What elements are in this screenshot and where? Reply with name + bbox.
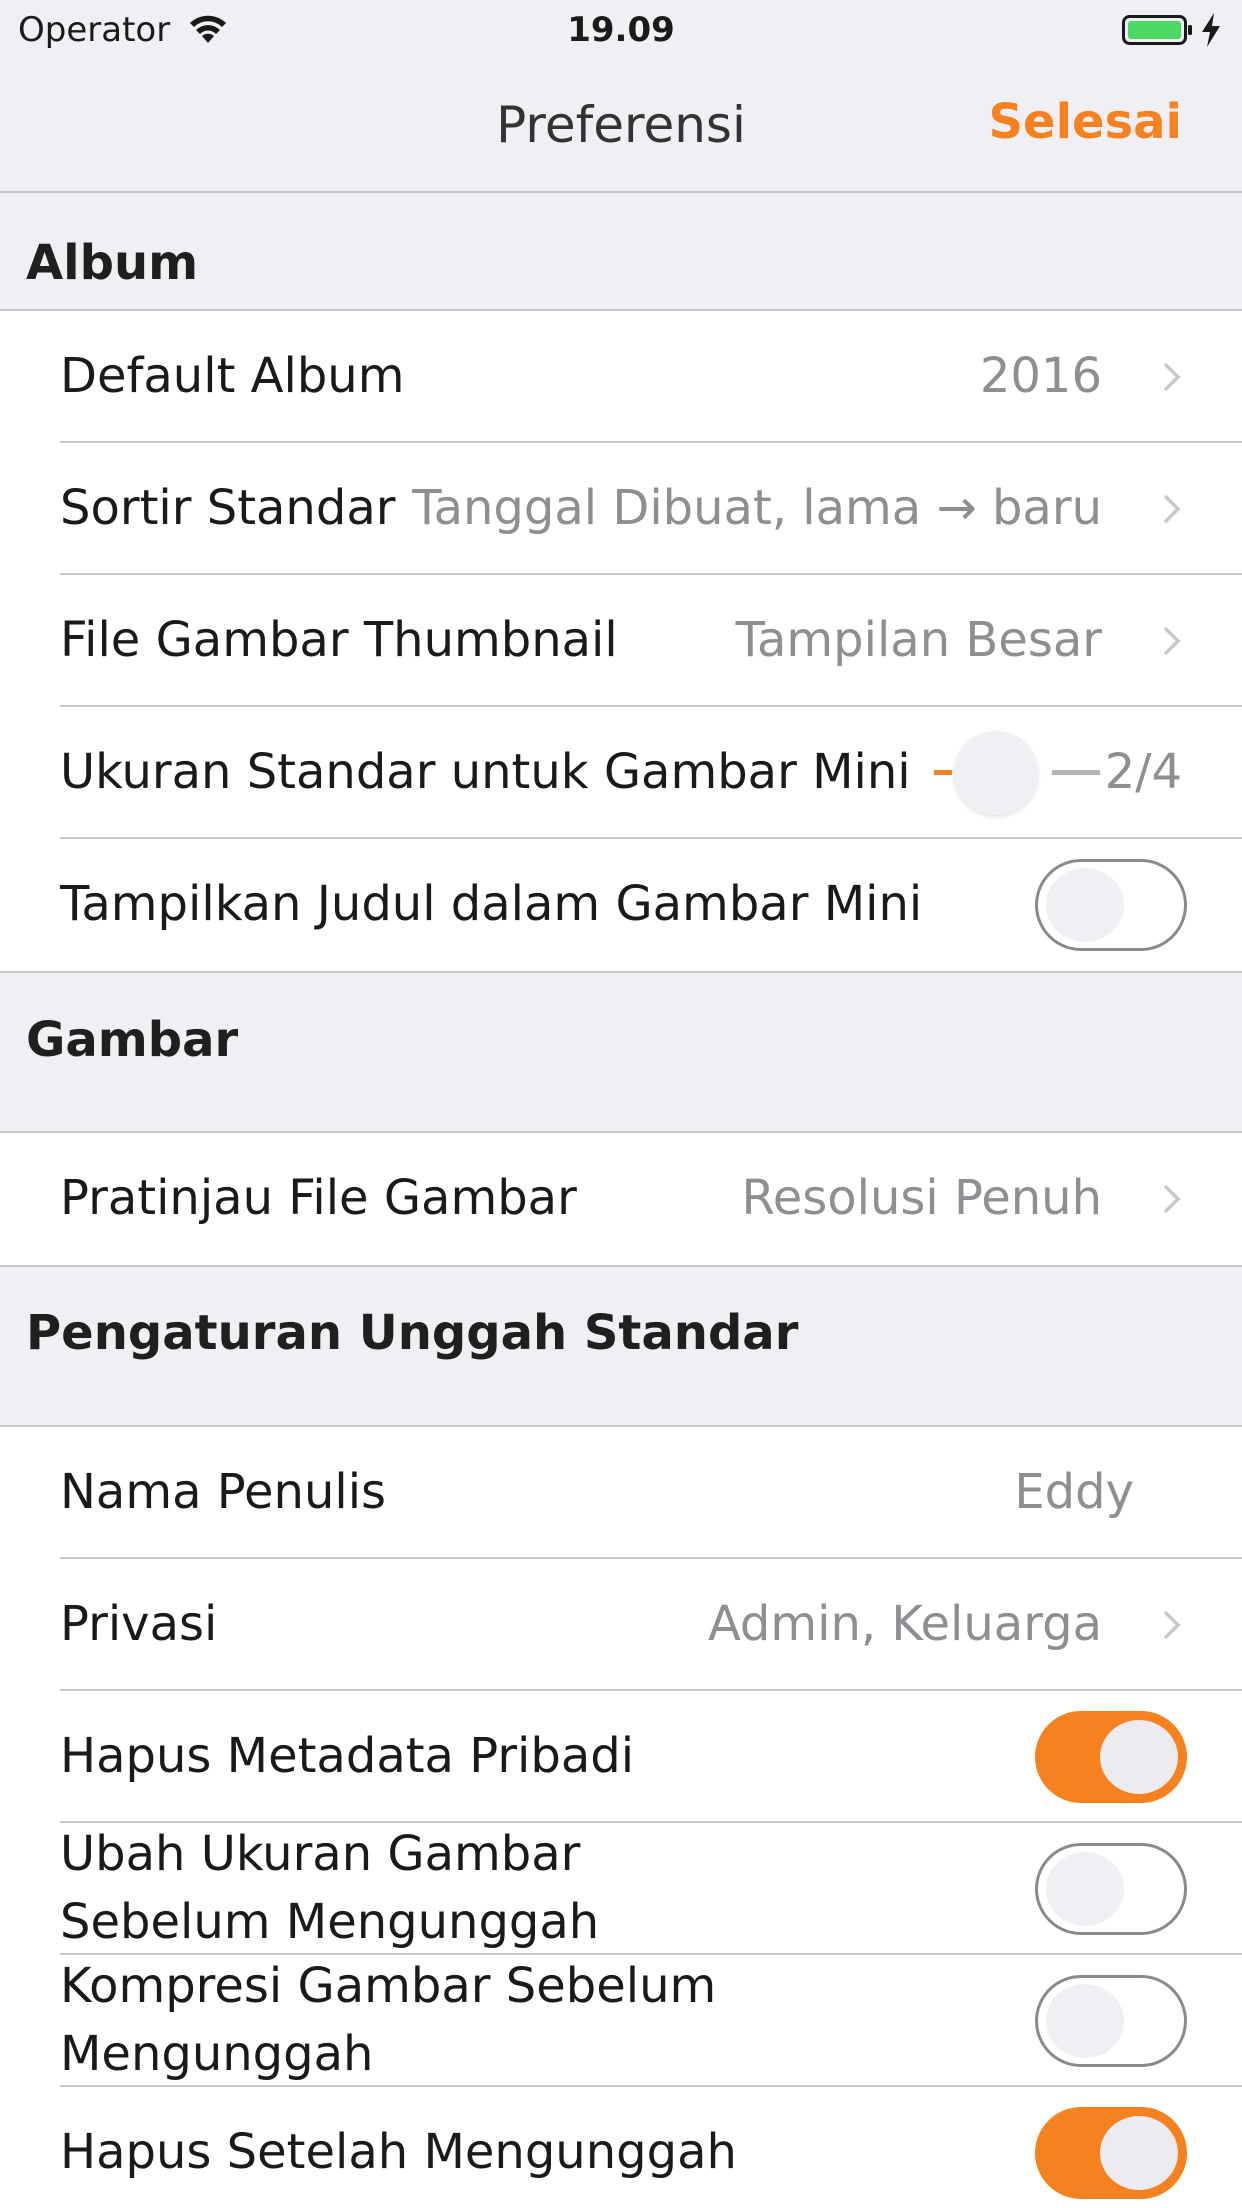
row-label: Sortir Standar (60, 480, 396, 536)
show-titles-toggle[interactable] (1035, 859, 1187, 951)
row-label: Default Album (60, 348, 405, 404)
toggle-knob (1100, 1720, 1178, 1794)
default-sort-row[interactable]: Sortir Standar Tanggal Dibuat, lama → ba… (60, 443, 1242, 575)
preview-file-row[interactable]: Pratinjau File Gambar Resolusi Penuh (60, 1133, 1242, 1265)
chevron-right-icon (1163, 362, 1181, 392)
toggle-knob (1046, 1984, 1124, 2058)
delete-after-upload-row: Hapus Setelah Mengunggah (60, 2087, 1242, 2208)
toggle-knob (1100, 2116, 1178, 2190)
done-button[interactable]: Selesai (988, 94, 1182, 150)
status-bar: Operator 19.09 (0, 0, 1242, 60)
image-settings-group: Pratinjau File Gambar Resolusi Penuh (0, 1131, 1242, 1267)
upload-settings-group: Nama Penulis Eddy Privasi Admin, Keluarg… (0, 1425, 1242, 2208)
privacy-row[interactable]: Privasi Admin, Keluarga (60, 1559, 1242, 1691)
row-value: Tampilan Besar (735, 612, 1102, 668)
clock: 19.09 (567, 10, 675, 50)
section-header-album: Album (26, 235, 199, 291)
thumbnail-file-row[interactable]: File Gambar Thumbnail Tampilan Besar (60, 575, 1242, 707)
chevron-right-icon (1163, 1184, 1181, 1214)
slider-value: 2/4 (1104, 744, 1182, 800)
section-header-images: Gambar (26, 1012, 239, 1068)
author-name-row[interactable]: Nama Penulis Eddy (60, 1427, 1242, 1559)
chevron-right-icon (1163, 626, 1181, 656)
resize-before-upload-toggle[interactable] (1035, 1843, 1187, 1935)
row-label: Nama Penulis (60, 1464, 387, 1520)
compress-before-upload-toggle[interactable] (1035, 1975, 1187, 2067)
strip-metadata-toggle[interactable] (1035, 1711, 1187, 1803)
row-label: Kompresi Gambar Sebelum Mengunggah (60, 1958, 717, 2082)
strip-metadata-row: Hapus Metadata Pribadi (60, 1691, 1242, 1823)
chevron-right-icon (1163, 494, 1181, 524)
chevron-right-icon (1163, 1610, 1181, 1640)
resize-before-upload-row: Ubah Ukuran Gambar Sebelum Mengunggah (60, 1823, 1242, 1955)
preferences-screen: Operator 19.09 Preferensi Selesai Album … (0, 0, 1242, 2208)
bolt-icon (1202, 13, 1220, 47)
row-label: Pratinjau File Gambar (60, 1170, 577, 1226)
slider-track-empty[interactable] (1052, 770, 1100, 775)
show-titles-row: Tampilkan Judul dalam Gambar Mini (60, 839, 1242, 971)
row-label: Privasi (60, 1596, 218, 1652)
thumbnail-size-row: Ukuran Standar untuk Gambar Mini 2/4 (60, 707, 1242, 839)
row-label: Ubah Ukuran Gambar Sebelum Mengunggah (60, 1826, 600, 1950)
album-settings-group: Default Album 2016 Sortir Standar Tangga… (0, 309, 1242, 973)
battery-icon (1122, 15, 1192, 45)
row-value: Tanggal Dibuat, lama → baru (412, 480, 1102, 536)
row-label: Hapus Setelah Mengunggah (60, 2124, 737, 2180)
author-name-field[interactable]: Eddy (1014, 1427, 1134, 1557)
row-value: Admin, Keluarga (707, 1596, 1102, 1652)
row-label: Tampilkan Judul dalam Gambar Mini (60, 876, 923, 932)
toggle-knob (1046, 1852, 1124, 1926)
default-album-row[interactable]: Default Album 2016 (60, 311, 1242, 443)
compress-before-upload-row: Kompresi Gambar Sebelum Mengunggah (60, 1955, 1242, 2087)
row-label: Ukuran Standar untuk Gambar Mini (60, 744, 911, 800)
row-value: Resolusi Penuh (741, 1170, 1103, 1226)
thumbnail-size-slider[interactable] (954, 731, 1038, 815)
delete-after-upload-toggle[interactable] (1035, 2107, 1187, 2199)
toggle-knob (1046, 868, 1124, 942)
slider-track-filled[interactable] (934, 770, 952, 775)
section-header-upload: Pengaturan Unggah Standar (26, 1305, 799, 1361)
row-label: Hapus Metadata Pribadi (60, 1728, 635, 1784)
navigation-bar: Preferensi Selesai (0, 60, 1242, 193)
row-label: File Gambar Thumbnail (60, 612, 618, 668)
row-value: 2016 (979, 348, 1102, 404)
